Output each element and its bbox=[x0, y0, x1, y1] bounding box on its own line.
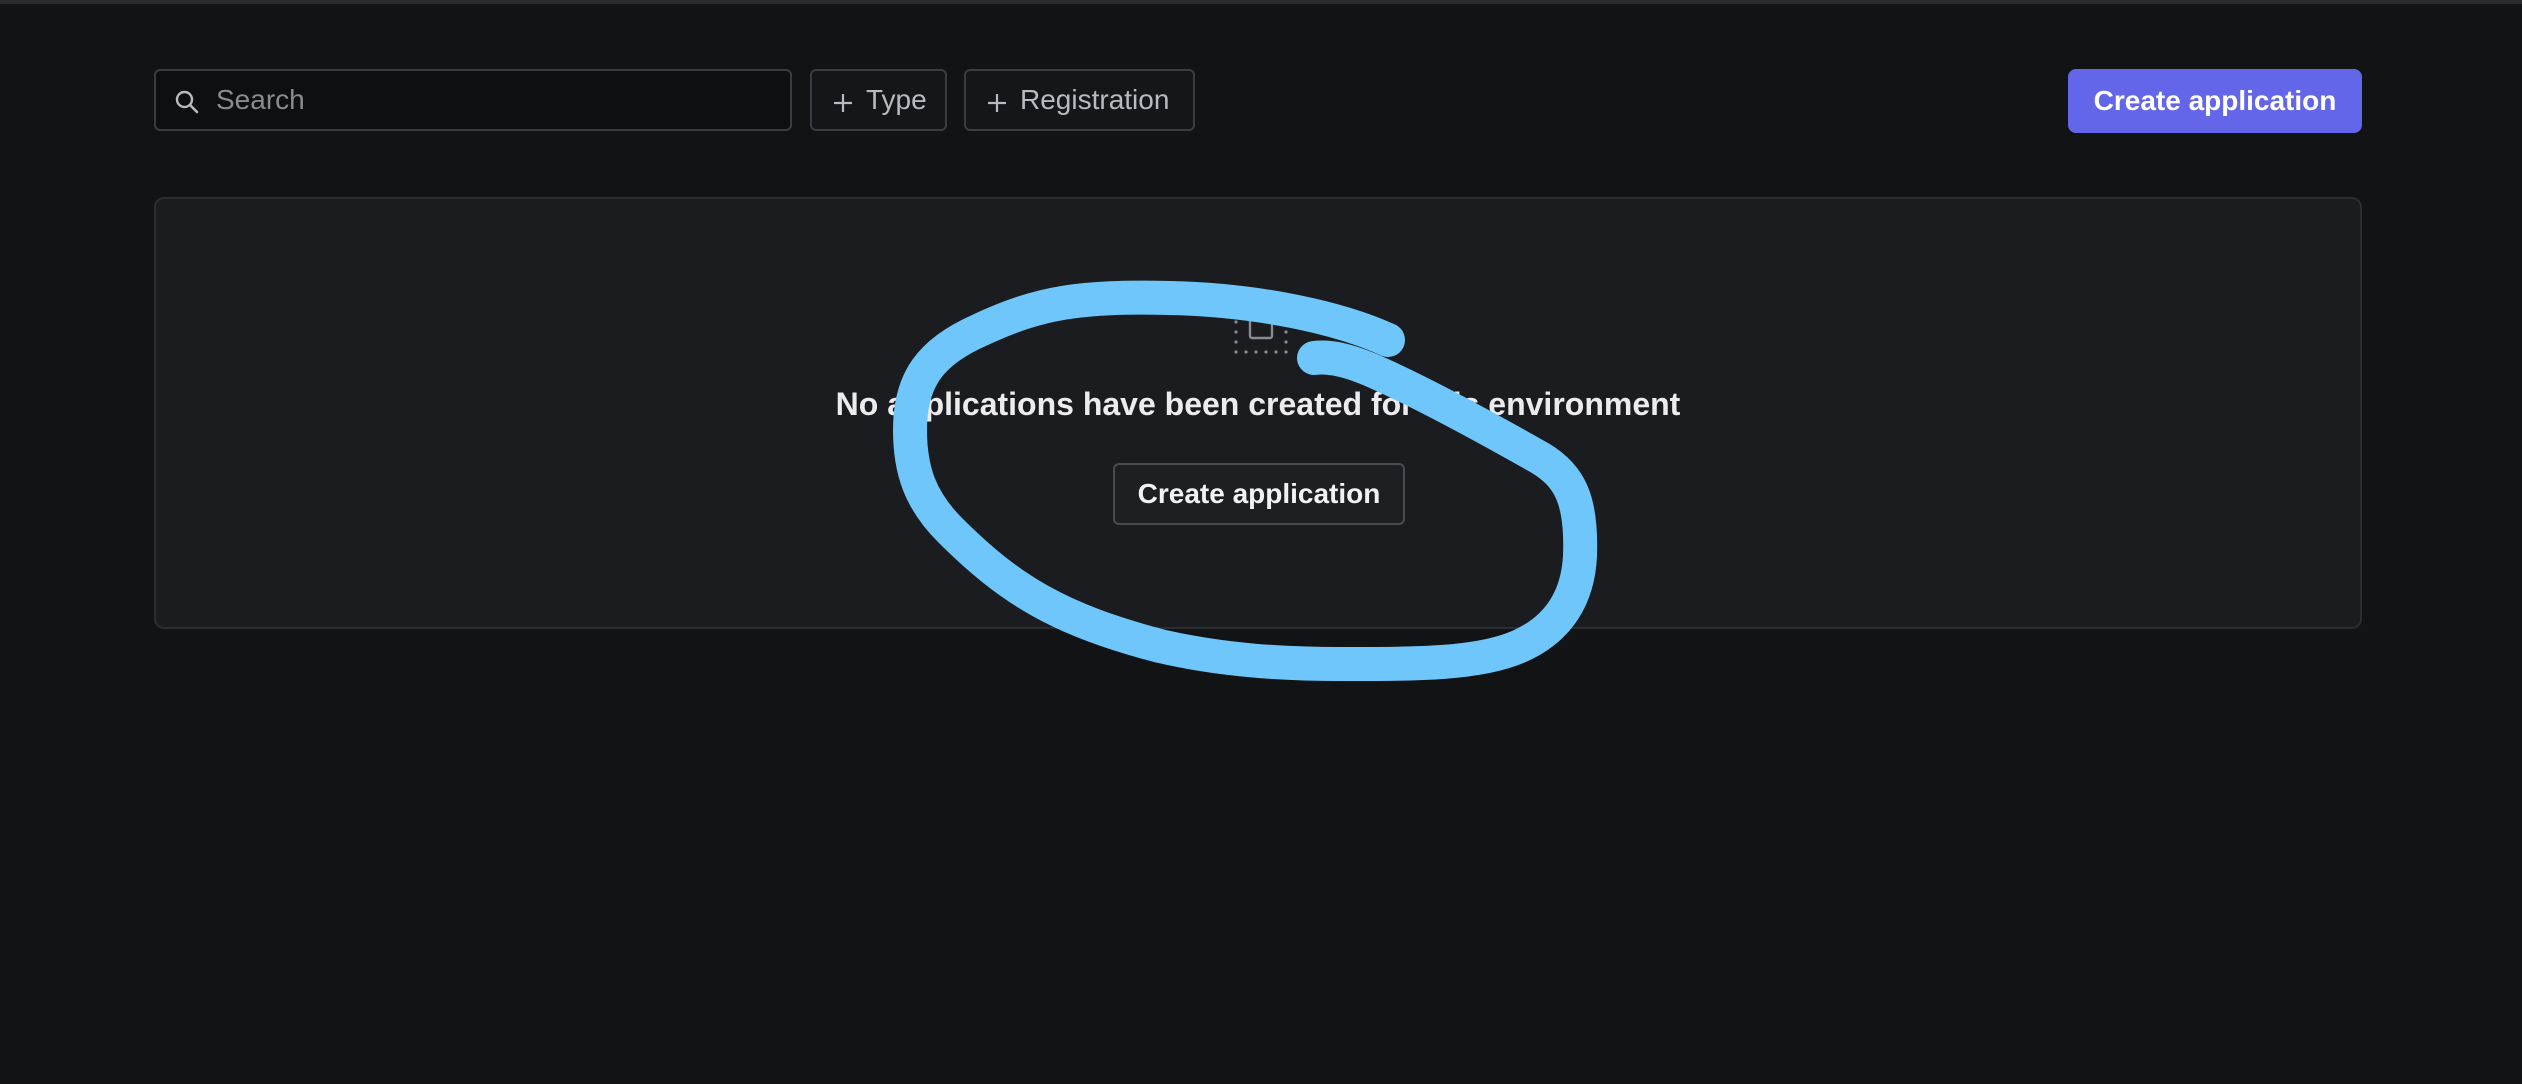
registration-filter-label: Registration bbox=[1020, 84, 1170, 115]
type-filter-label: Type bbox=[866, 84, 927, 115]
top-divider bbox=[0, 0, 2522, 4]
empty-state-title: No applications have been created for th… bbox=[835, 386, 1681, 422]
empty-state-create-label: Create application bbox=[1137, 478, 1381, 509]
registration-filter-button[interactable]: Registration bbox=[964, 69, 1195, 131]
search-box[interactable] bbox=[154, 69, 792, 131]
type-filter-button[interactable]: Type bbox=[810, 69, 947, 131]
plus-icon bbox=[832, 89, 854, 112]
create-application-button[interactable]: Create application bbox=[2068, 69, 2362, 133]
create-application-label: Create application bbox=[2093, 85, 2337, 116]
search-icon bbox=[174, 89, 200, 115]
toolbar: Type Registration Create application bbox=[154, 69, 2362, 133]
empty-state-create-button[interactable]: Create application bbox=[1113, 463, 1405, 525]
search-input[interactable] bbox=[216, 71, 776, 129]
applications-page: Type Registration Create application bbox=[0, 0, 2522, 1084]
empty-state-card: No applications have been created for th… bbox=[154, 197, 2362, 629]
plus-icon bbox=[986, 89, 1008, 112]
empty-box-icon bbox=[1232, 312, 1290, 362]
